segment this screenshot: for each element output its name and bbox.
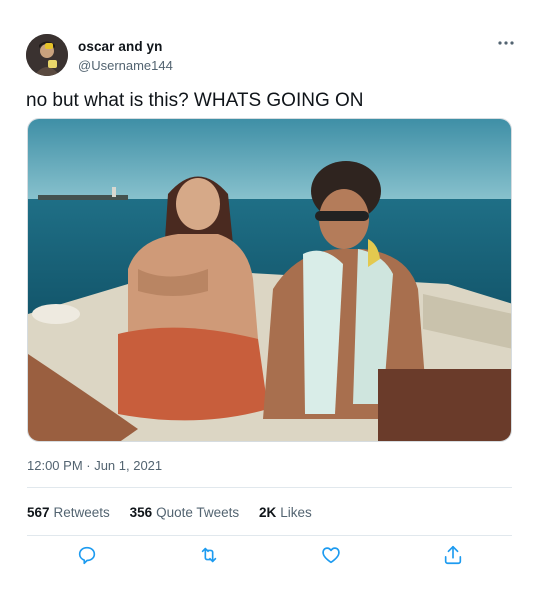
likes-label: Likes	[280, 505, 312, 520]
quote-tweets-count: 356	[129, 505, 153, 520]
retweets-label: Retweets	[53, 505, 110, 520]
tweet-timestamp[interactable]: 12:00 PM · Jun 1, 2021	[27, 458, 162, 473]
quote-tweets-stat[interactable]: 356 Quote Tweets	[130, 505, 240, 520]
retweets-count: 567	[27, 505, 50, 520]
display-name[interactable]: oscar and yn	[78, 39, 162, 54]
likes-count: 2K	[258, 505, 277, 520]
engagement-stats: 567 Retweets 356 Quote Tweets 2K Likes	[27, 505, 328, 520]
tweet-actions	[0, 544, 540, 568]
tweet-photo[interactable]	[27, 118, 512, 442]
tweet-text: no but what is this? WHATS GOING ON	[26, 90, 364, 111]
reply-icon[interactable]	[76, 544, 98, 566]
retweet-icon[interactable]	[198, 544, 220, 566]
like-icon[interactable]	[320, 544, 342, 566]
divider	[27, 535, 512, 536]
tweet-card: oscar and yn @Username144 no but what is…	[0, 0, 540, 614]
likes-stat[interactable]: 2K Likes	[259, 505, 312, 520]
retweets-stat[interactable]: 567 Retweets	[27, 505, 110, 520]
share-icon[interactable]	[442, 544, 464, 566]
divider	[27, 487, 512, 488]
avatar[interactable]	[26, 34, 68, 76]
user-handle[interactable]: @Username144	[78, 58, 173, 73]
more-options-icon[interactable]	[495, 36, 517, 50]
quote-tweets-label: Quote Tweets	[156, 505, 240, 520]
